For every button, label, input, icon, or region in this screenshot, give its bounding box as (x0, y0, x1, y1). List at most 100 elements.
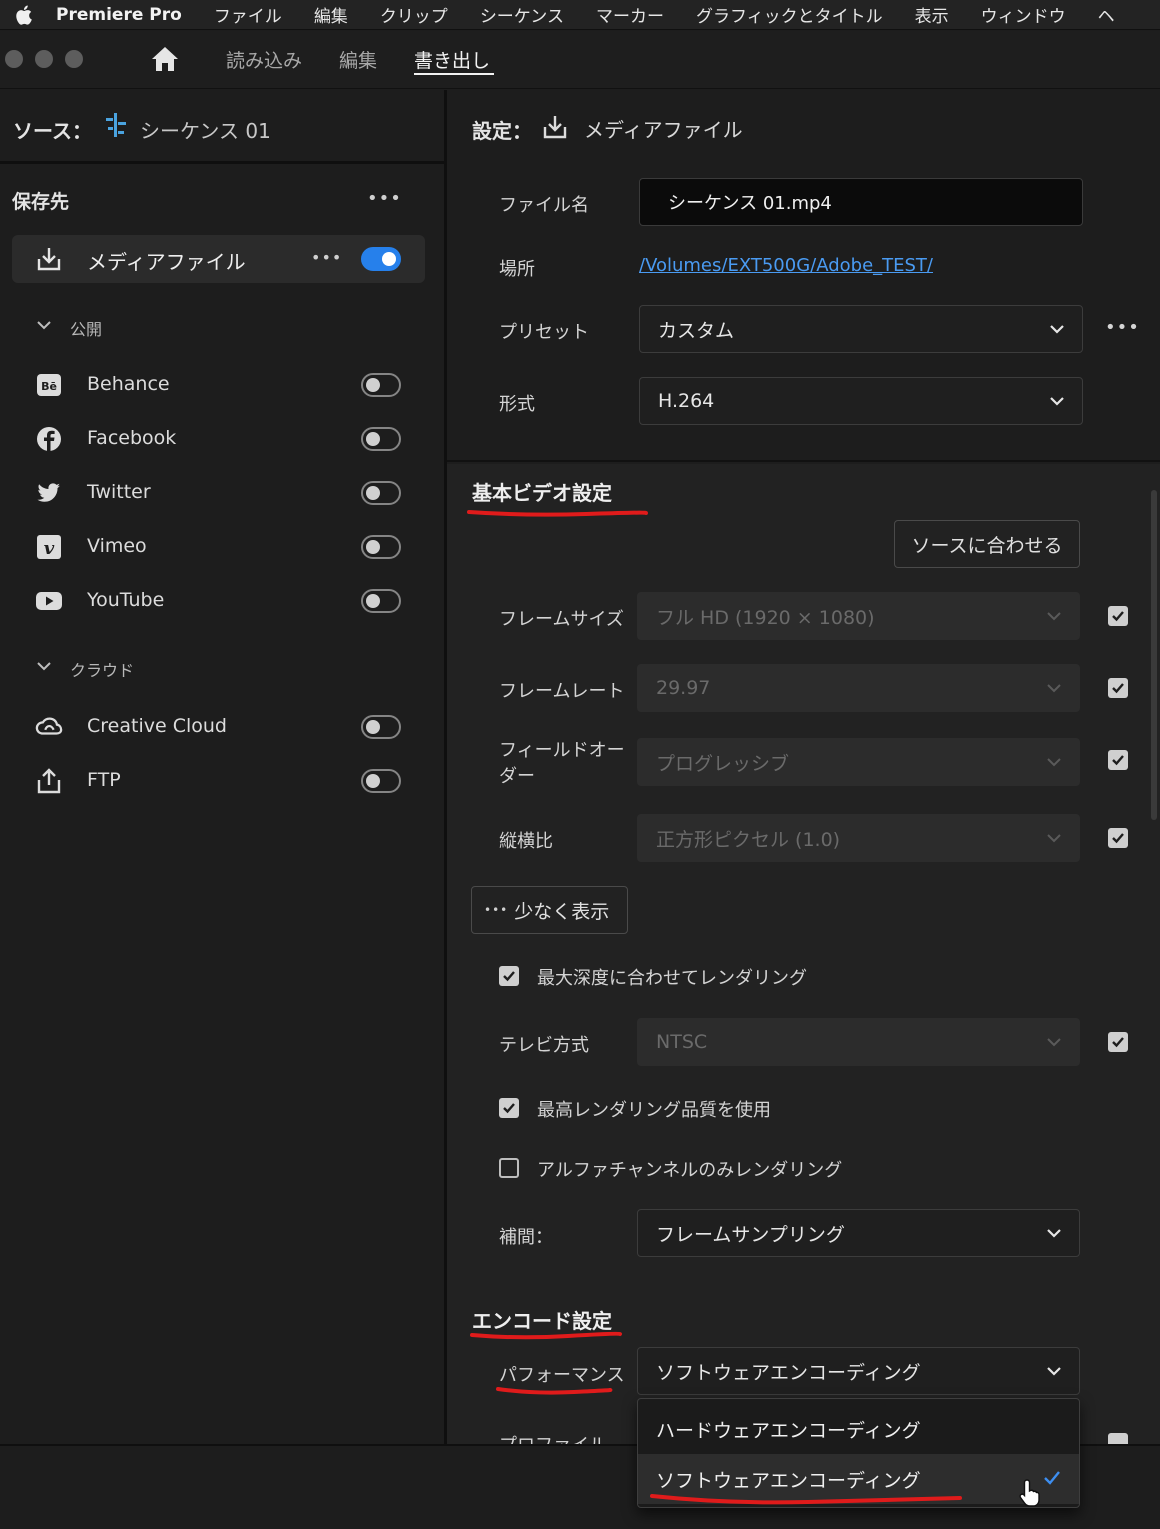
location-label: 場所 (499, 259, 535, 280)
cloud-chevron-icon[interactable] (36, 658, 52, 674)
media-file-toggle[interactable] (361, 247, 401, 271)
media-file-label: メディアファイル (87, 250, 246, 274)
menu-window[interactable]: ウィンドウ (981, 2, 1066, 27)
field-order-select[interactable]: プログレッシブ (637, 738, 1080, 786)
ftp-toggle[interactable] (361, 769, 401, 793)
tab-export[interactable]: 書き出し (414, 46, 490, 73)
frame-size-checkbox[interactable] (1108, 606, 1128, 626)
media-file-more-icon[interactable]: ••• (311, 248, 342, 267)
window-zoom-button[interactable] (65, 50, 83, 68)
vimeo-toggle[interactable] (361, 535, 401, 559)
youtube-toggle[interactable] (361, 589, 401, 613)
performance-select[interactable]: ソフトウェアエンコーディング (637, 1347, 1080, 1395)
format-select[interactable]: H.264 (639, 377, 1083, 425)
twitter-toggle[interactable] (361, 481, 401, 505)
more-dots-icon: ••• (484, 903, 509, 917)
max-depth-checkbox[interactable] (499, 966, 519, 986)
preset-value: カスタム (658, 319, 735, 342)
frame-rate-checkbox[interactable] (1108, 678, 1128, 698)
show-less-button[interactable]: ••• 少なく表示 (471, 886, 628, 934)
field-order-checkbox[interactable] (1108, 750, 1128, 770)
profile-label: プロファイル (499, 1431, 607, 1444)
settings-scrollbar[interactable] (1151, 490, 1157, 820)
performance-label: パフォーマンス (499, 1365, 625, 1386)
chevron-down-icon (1050, 397, 1064, 406)
publish-chevron-icon[interactable] (36, 317, 52, 333)
tv-standard-value: NTSC (656, 1031, 708, 1053)
menu-edit[interactable]: 編集 (314, 2, 348, 27)
tab-edit[interactable]: 編集 (339, 46, 377, 73)
checkmark-icon (1112, 683, 1124, 694)
chevron-down-icon (1047, 758, 1061, 767)
active-tab-indicator (414, 73, 494, 75)
preset-select[interactable]: カスタム (639, 305, 1083, 353)
tv-standard-select[interactable]: NTSC (637, 1018, 1080, 1066)
menu-graphics[interactable]: グラフィックとタイトル (696, 2, 883, 27)
aspect-value: 正方形ピクセル (1.0) (656, 828, 841, 851)
filename-label: ファイル名 (499, 195, 589, 216)
apple-icon[interactable] (14, 4, 36, 26)
location-link[interactable]: /Volumes/EXT500G/Adobe_TEST/ (639, 255, 933, 276)
profile-checkbox[interactable] (1108, 1433, 1128, 1444)
aspect-label: 縦横比 (499, 831, 553, 852)
menu-help[interactable]: ヘ (1098, 2, 1115, 27)
aspect-checkbox[interactable] (1108, 828, 1128, 848)
checkmark-icon (1044, 1471, 1060, 1485)
app-name-menu[interactable]: Premiere Pro (56, 5, 182, 25)
destinations-panel (0, 90, 445, 1444)
performance-dropdown-menu: ハードウェアエンコーディング ソフトウェアエンコーディング (637, 1398, 1080, 1508)
alpha-only-checkbox[interactable] (499, 1158, 519, 1178)
chevron-down-icon (1047, 834, 1061, 843)
menu-file[interactable]: ファイル (214, 2, 282, 27)
field-order-label: フィールドオー ダー (499, 740, 625, 787)
window-close-button[interactable] (5, 50, 23, 68)
behance-icon: Bē (35, 371, 63, 399)
chevron-down-icon (1050, 325, 1064, 334)
frame-size-value: フル HD (1920 × 1080) (656, 606, 875, 629)
cloud-group-label: クラウド (70, 661, 135, 680)
frame-rate-select[interactable]: 29.97 (637, 664, 1080, 712)
source-sequence-name[interactable]: シーケンス 01 (140, 115, 271, 144)
match-source-button[interactable]: ソースに合わせる (894, 520, 1080, 568)
checkmark-icon (1112, 833, 1124, 844)
destinations-more-icon[interactable]: ••• (367, 188, 402, 209)
chevron-down-icon (1047, 1367, 1061, 1376)
option-hardware-encoding[interactable]: ハードウェアエンコーディング (638, 1404, 1079, 1454)
option-software-encoding[interactable]: ソフトウェアエンコーディング (638, 1454, 1079, 1504)
settings-export-icon (541, 113, 569, 141)
vimeo-label: Vimeo (87, 535, 147, 557)
menu-markers[interactable]: マーカー (596, 2, 664, 27)
window-minimize-button[interactable] (35, 50, 53, 68)
behance-label: Behance (87, 373, 170, 395)
chevron-down-icon (1047, 612, 1061, 621)
twitter-icon (35, 479, 63, 507)
frame-size-select[interactable]: フル HD (1920 × 1080) (637, 592, 1080, 640)
sequence-icon (103, 112, 129, 138)
interpolation-select[interactable]: フレームサンプリング (637, 1209, 1080, 1257)
max-quality-label: 最高レンダリング品質を使用 (537, 1100, 771, 1121)
tv-standard-label: テレビ方式 (499, 1035, 589, 1056)
menu-view[interactable]: 表示 (915, 2, 949, 27)
max-quality-checkbox[interactable] (499, 1098, 519, 1118)
facebook-icon (35, 425, 63, 453)
aspect-select[interactable]: 正方形ピクセル (1.0) (637, 814, 1080, 862)
tab-import[interactable]: 読み込み (226, 46, 302, 73)
tv-standard-checkbox[interactable] (1108, 1032, 1128, 1052)
frame-size-label: フレームサイズ (499, 609, 624, 630)
format-label: 形式 (499, 394, 535, 415)
ftp-upload-icon (35, 767, 63, 795)
preset-more-icon[interactable]: ••• (1105, 317, 1140, 338)
facebook-toggle[interactable] (361, 427, 401, 451)
chevron-down-icon (1047, 1229, 1061, 1238)
behance-toggle[interactable] (361, 373, 401, 397)
max-depth-label: 最大深度に合わせてレンダリング (537, 968, 807, 989)
checkmark-icon (1112, 611, 1124, 622)
filename-input[interactable]: シーケンス 01.mp4 (639, 178, 1083, 226)
hand-cursor-icon (1019, 1479, 1040, 1507)
creative-cloud-toggle[interactable] (361, 715, 401, 739)
home-button[interactable] (150, 45, 180, 73)
menu-sequence[interactable]: シーケンス (480, 2, 564, 27)
menu-clip[interactable]: クリップ (380, 2, 448, 27)
option-label: ソフトウェアエンコーディング (656, 1469, 921, 1492)
checkmark-icon (1112, 755, 1124, 766)
